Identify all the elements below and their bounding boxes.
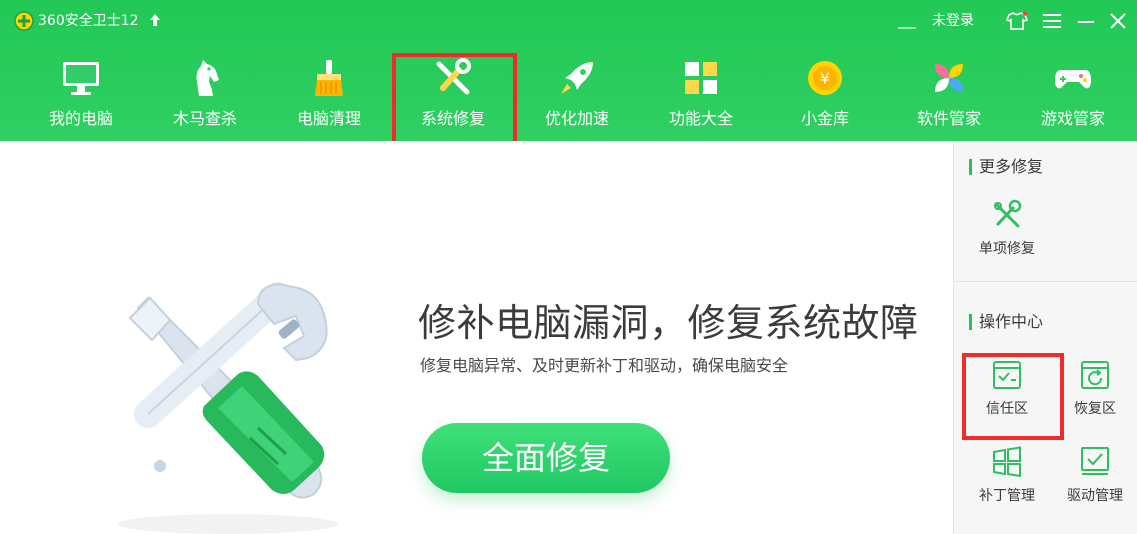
tool-label: 单项修复 — [979, 241, 1035, 257]
driver-management-button[interactable]: 驱动管理 — [1051, 446, 1137, 526]
flower-icon — [935, 64, 963, 92]
login-link[interactable]: 未登录 — [932, 12, 974, 30]
nav-item-software-manager[interactable]: 软件管家 — [887, 48, 1011, 138]
nav-item-game-manager[interactable]: 游戏管家 — [1011, 48, 1135, 138]
nav-item-optimize[interactable]: 优化加速 — [515, 48, 639, 138]
wrench-screwdriver-illustration — [118, 282, 338, 534]
header-bar: 360安全卫士12 未登录 我的电脑 木马查杀 电脑清理 系统修复 优化加速 功… — [0, 0, 1137, 141]
svg-text:¥: ¥ — [820, 69, 830, 88]
app-title: 360安全卫士12 — [38, 13, 139, 29]
highlight-box-system-repair — [392, 53, 517, 150]
operation-center-heading: 操作中心 — [969, 311, 1043, 333]
nav-label: 我的电脑 — [48, 109, 113, 128]
grid-icon — [685, 62, 717, 94]
skin-shirt-icon[interactable] — [1004, 8, 1030, 34]
rocket-icon — [561, 62, 593, 94]
nav-item-all-features[interactable]: 功能大全 — [639, 48, 763, 138]
broom-icon — [315, 60, 343, 96]
nav-label: 优化加速 — [544, 109, 609, 128]
divider — [954, 281, 1137, 282]
360-logo-icon — [14, 11, 34, 31]
upgrade-arrow-icon[interactable] — [149, 13, 161, 27]
menu-icon[interactable] — [1040, 8, 1064, 34]
nav-label: 电脑清理 — [296, 109, 361, 128]
nav-label: 功能大全 — [668, 109, 733, 128]
nav-item-vault[interactable]: ¥ 小金库 — [763, 48, 887, 138]
minimize-icon[interactable] — [1074, 8, 1098, 34]
hero-title: 修补电脑漏洞，修复系统故障 — [418, 301, 919, 345]
nav-label: 木马查杀 — [172, 109, 237, 128]
nav-label: 软件管家 — [916, 109, 981, 128]
nav-item-trojan-scan[interactable]: 木马查杀 — [143, 48, 267, 138]
restore-zone-icon — [1081, 361, 1109, 389]
hero-subtitle: 修复电脑异常、及时更新补丁和驱动，确保电脑安全 — [420, 356, 789, 375]
tools-icon — [994, 199, 1022, 228]
tool-label: 驱动管理 — [1067, 488, 1123, 504]
skin-indicator-icon — [896, 8, 918, 34]
nav-label: 游戏管家 — [1040, 109, 1105, 128]
title-bar: 360安全卫士12 未登录 — [0, 0, 1137, 42]
main-nav: 我的电脑 木马查杀 电脑清理 系统修复 优化加速 功能大全 ¥ 小金库 软件管家… — [0, 48, 1137, 138]
monitor-icon — [63, 62, 99, 95]
right-sidebar: 更多修复 单项修复 操作中心 信任区 恢复区 补丁管理 驱动管理 — [953, 141, 1137, 534]
driver-icon — [1081, 447, 1109, 475]
more-repair-heading: 更多修复 — [969, 156, 1043, 178]
nav-item-cleanup[interactable]: 电脑清理 — [267, 48, 391, 138]
tool-label: 补丁管理 — [979, 488, 1035, 504]
horse-icon — [196, 60, 219, 96]
close-icon[interactable] — [1106, 8, 1130, 34]
gamepad-icon — [1055, 70, 1091, 89]
nav-item-my-computer[interactable]: 我的电脑 — [19, 48, 143, 138]
nav-label: 小金库 — [800, 109, 849, 128]
patch-management-button[interactable]: 补丁管理 — [963, 446, 1051, 526]
coin-icon: ¥ — [808, 61, 842, 95]
highlight-box-trust-zone — [962, 353, 1064, 440]
windows-patch-icon — [993, 446, 1021, 478]
full-repair-button[interactable]: 全面修复 — [422, 423, 670, 493]
single-repair-button[interactable]: 单项修复 — [963, 199, 1051, 279]
